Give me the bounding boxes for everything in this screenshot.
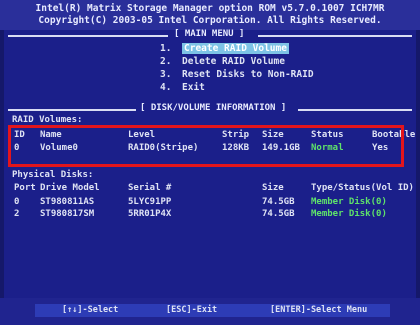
disk-port: 2 — [14, 209, 20, 219]
menu-item-3[interactable]: 3. Reset Disks to Non-RAID — [160, 69, 314, 80]
enter-key-hint[interactable]: [ENTER]-Select Menu — [270, 305, 367, 315]
main-menu-rule-left — [8, 35, 168, 37]
disk-model: ST980817SM — [40, 209, 95, 219]
info-rule-left — [8, 109, 136, 111]
key-help-footer: [↑↓]-Select [ESC]-Exit [ENTER]-Select Me… — [0, 298, 420, 325]
exit-key-hint[interactable]: [ESC]-Exit — [166, 305, 217, 315]
rom-version-text: Intel(R) Matrix Storage Manager option R… — [35, 3, 385, 14]
main-menu-title: [ MAIN MENU ] — [174, 29, 245, 39]
menu-item-label: Create RAID Volume — [182, 43, 289, 54]
rom-header: Intel(R) Matrix Storage Manager option R… — [0, 0, 420, 30]
menu-item-number: 3. — [160, 69, 172, 80]
col-header-disk-size: Size — [262, 183, 284, 193]
menu-item-1[interactable]: 1. Create RAID Volume — [160, 43, 289, 54]
menu-item-label: Exit — [182, 82, 205, 93]
col-header-drive-model: Drive Model — [40, 183, 100, 193]
left-frame-border — [0, 30, 4, 298]
info-rule-right — [298, 109, 412, 111]
disk-volume-info-title: [ DISK/VOLUME INFORMATION ] — [140, 103, 287, 113]
disk-serial: 5RR01P4X — [128, 209, 172, 219]
menu-item-label: Delete RAID Volume — [182, 56, 285, 67]
col-header-port: Port — [14, 183, 36, 193]
menu-item-2[interactable]: 2. Delete RAID Volume — [160, 56, 285, 67]
disk-size: 74.5GB — [262, 197, 295, 207]
menu-item-number: 1. — [160, 43, 172, 54]
disk-size: 74.5GB — [262, 209, 295, 219]
disk-port: 0 — [14, 197, 20, 207]
menu-item-number: 2. — [160, 56, 172, 67]
right-frame-border — [416, 30, 420, 298]
select-key-hint: [↑↓]-Select — [62, 305, 119, 315]
copyright-text: Copyright(C) 2003-05 Intel Corporation. … — [38, 15, 382, 26]
disk-type-status: Member Disk(0) — [311, 197, 387, 207]
disk-type-status: Member Disk(0) — [311, 209, 387, 219]
bios-screen: Intel(R) Matrix Storage Manager option R… — [0, 0, 420, 325]
disk-serial: 5LYC91PP — [128, 197, 172, 207]
menu-item-label: Reset Disks to Non-RAID — [182, 69, 314, 80]
raid-volume-highlight-box — [8, 125, 404, 167]
menu-item-4[interactable]: 4. Exit — [160, 82, 205, 93]
main-menu-rule-right — [258, 35, 412, 37]
physical-disks-heading: Physical Disks: — [12, 170, 94, 180]
col-header-serial: Serial # — [128, 183, 172, 193]
col-header-type-status: Type/Status(Vol ID) — [311, 183, 414, 193]
menu-item-number: 4. — [160, 82, 172, 93]
disk-model: ST980811AS — [40, 197, 95, 207]
raid-volumes-heading: RAID Volumes: — [12, 115, 83, 125]
